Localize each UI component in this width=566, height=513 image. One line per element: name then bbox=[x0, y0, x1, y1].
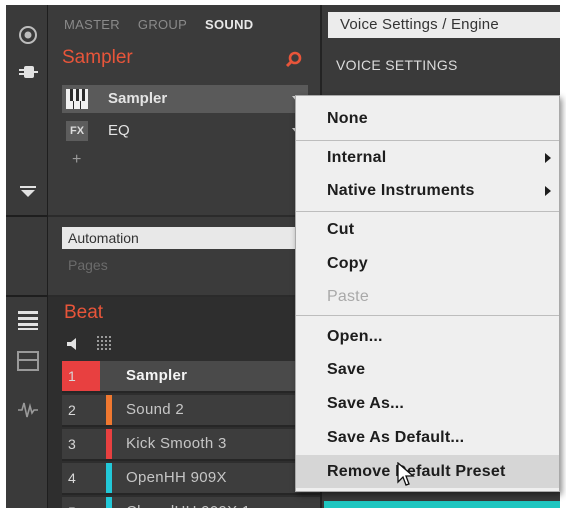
waveform-icon[interactable] bbox=[17, 401, 39, 424]
menu-item-copy[interactable]: Copy bbox=[296, 247, 559, 280]
plugin-slot-eq[interactable]: FX EQ bbox=[62, 117, 308, 145]
add-plugin-button[interactable]: + bbox=[72, 151, 81, 169]
menu-item-paste: Paste bbox=[327, 288, 369, 305]
sound-number: 2 bbox=[68, 402, 76, 418]
sound-number: 4 bbox=[68, 470, 76, 486]
plugin-slot-label: EQ bbox=[108, 122, 130, 139]
sound-row[interactable]: 5 ClosedHH 909X 1 bbox=[62, 497, 322, 508]
menu-item-open[interactable]: Open... bbox=[296, 320, 559, 353]
sound-name: ClosedHH 909X 1 bbox=[126, 497, 251, 508]
chevron-right-icon bbox=[545, 153, 551, 163]
sound-row[interactable]: 2 Sound 2 bbox=[62, 395, 322, 427]
menu-item-native-instruments[interactable]: Native Instruments bbox=[296, 174, 559, 207]
sound-row[interactable]: 1 Sampler bbox=[62, 361, 322, 393]
plugin-slot-sampler[interactable]: Sampler bbox=[62, 85, 308, 113]
sound-color-marker bbox=[106, 497, 112, 508]
sound-title: Sampler bbox=[62, 47, 133, 68]
pages-label: Pages bbox=[68, 257, 108, 273]
sound-number: 5 bbox=[62, 497, 100, 508]
menu-item-label: Native Instruments bbox=[327, 182, 475, 199]
automation-tab[interactable]: Automation bbox=[62, 227, 308, 249]
sound-name: Sampler bbox=[126, 367, 188, 384]
sound-color-marker bbox=[106, 395, 112, 425]
search-icon[interactable] bbox=[285, 51, 303, 74]
sound-name: Sound 2 bbox=[126, 401, 184, 418]
menu-item-label: Internal bbox=[327, 149, 387, 166]
tab-master[interactable]: MASTER bbox=[64, 17, 120, 32]
knob-icon[interactable] bbox=[18, 25, 38, 50]
sound-name: Kick Smooth 3 bbox=[126, 435, 227, 452]
list-view-icon[interactable] bbox=[17, 309, 39, 336]
collapse-arrow-icon[interactable] bbox=[19, 185, 37, 204]
mixer-view-icon[interactable] bbox=[17, 351, 39, 376]
chevron-right-icon bbox=[545, 186, 551, 196]
section-title: VOICE SETTINGS bbox=[336, 57, 458, 73]
menu-item-save-as[interactable]: Save As... bbox=[296, 387, 559, 420]
sound-number: 1 bbox=[62, 361, 100, 391]
automation-panel: Automation Pages bbox=[48, 217, 320, 295]
plugin-panel: MASTER GROUP SOUND Sampler Sampler FX EQ… bbox=[48, 5, 320, 215]
speaker-icon[interactable] bbox=[66, 337, 80, 356]
tab-group[interactable]: GROUP bbox=[138, 17, 187, 32]
sound-row[interactable]: 3 Kick Smooth 3 bbox=[62, 429, 322, 461]
menu-item-remove-default-preset[interactable]: Remove Default Preset bbox=[296, 455, 559, 488]
menu-item-none[interactable]: None bbox=[296, 102, 559, 135]
group-title: Beat bbox=[64, 302, 104, 323]
parameter-page-selector[interactable]: Voice Settings / Engine bbox=[328, 12, 560, 38]
sound-row[interactable]: 4 OpenHH 909X bbox=[62, 463, 322, 495]
piano-keys-icon bbox=[66, 89, 88, 109]
menu-item-save[interactable]: Save bbox=[296, 353, 559, 386]
step-bar bbox=[324, 501, 560, 508]
sound-number: 3 bbox=[68, 436, 76, 452]
plug-icon[interactable] bbox=[18, 63, 38, 86]
menu-item-internal[interactable]: Internal bbox=[296, 141, 559, 174]
plugin-slot-label: Sampler bbox=[108, 90, 168, 107]
sound-color-marker bbox=[106, 463, 112, 493]
pad-grid-icon[interactable] bbox=[96, 335, 112, 356]
tab-sound[interactable]: SOUND bbox=[205, 17, 253, 32]
fx-icon: FX bbox=[66, 121, 88, 141]
sound-color-marker bbox=[106, 429, 112, 459]
sound-tabs: MASTER GROUP SOUND bbox=[64, 17, 267, 32]
menu-item-cut[interactable]: Cut bbox=[296, 213, 559, 246]
group-panel: Beat 1 Sampler 2 Sound 2 3 Kick Smooth 3… bbox=[48, 297, 322, 508]
mouse-pointer-icon bbox=[397, 461, 415, 493]
context-menu: None Internal Native Instruments Cut Cop… bbox=[295, 95, 560, 492]
sound-name: OpenHH 909X bbox=[126, 469, 227, 486]
left-icon-strip bbox=[6, 5, 48, 508]
menu-item-save-as-default[interactable]: Save As Default... bbox=[296, 421, 559, 454]
